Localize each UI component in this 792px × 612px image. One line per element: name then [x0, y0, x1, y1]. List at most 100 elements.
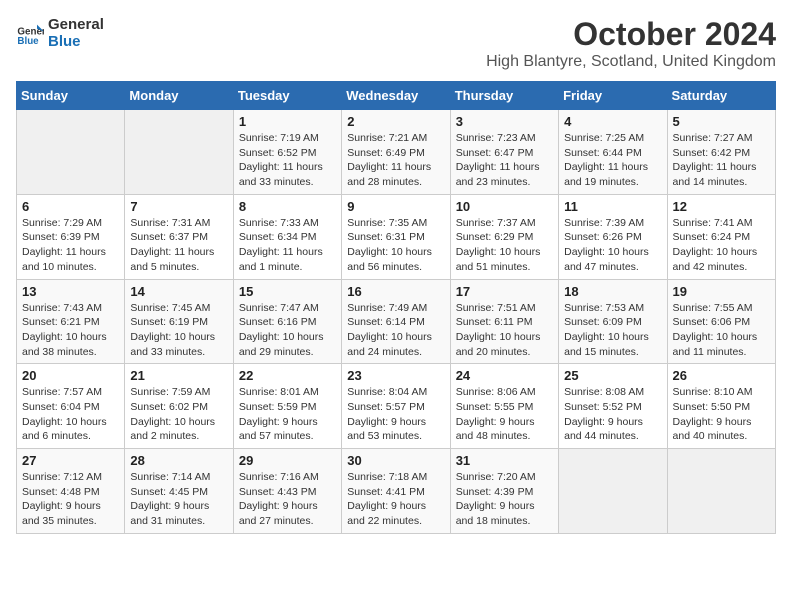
day-number: 23	[347, 368, 444, 383]
day-number: 7	[130, 199, 227, 214]
week-row-3: 13 Sunrise: 7:43 AM Sunset: 6:21 PM Dayli…	[17, 279, 776, 364]
col-header-friday: Friday	[559, 82, 667, 110]
day-info: Sunrise: 7:43 AM Sunset: 6:21 PM Dayligh…	[22, 301, 119, 360]
day-number: 27	[22, 453, 119, 468]
day-number: 11	[564, 199, 661, 214]
day-cell: 12 Sunrise: 7:41 AM Sunset: 6:24 PM Dayli…	[667, 194, 775, 279]
day-info: Sunrise: 8:01 AM Sunset: 5:59 PM Dayligh…	[239, 385, 336, 444]
day-cell: 13 Sunrise: 7:43 AM Sunset: 6:21 PM Dayli…	[17, 279, 125, 364]
calendar-table: SundayMondayTuesdayWednesdayThursdayFrid…	[16, 81, 776, 534]
day-number: 4	[564, 114, 661, 129]
day-info: Sunrise: 7:25 AM Sunset: 6:44 PM Dayligh…	[564, 131, 661, 190]
day-number: 1	[239, 114, 336, 129]
day-cell: 17Sunrise: 7:51 AM Sunset: 6:11 PM Dayli…	[450, 279, 558, 364]
day-number: 17	[456, 284, 553, 299]
day-number: 22	[239, 368, 336, 383]
day-cell: 6 Sunrise: 7:29 AM Sunset: 6:39 PM Daylig…	[17, 194, 125, 279]
day-info: Sunrise: 7:20 AM Sunset: 4:39 PM Dayligh…	[456, 470, 553, 529]
day-number: 8	[239, 199, 336, 214]
day-cell: 28 Sunrise: 7:14 AM Sunset: 4:45 PM Dayli…	[125, 449, 233, 534]
day-info: Sunrise: 7:31 AM Sunset: 6:37 PM Dayligh…	[130, 216, 227, 275]
day-cell: 23Sunrise: 8:04 AM Sunset: 5:57 PM Dayli…	[342, 364, 450, 449]
location-title: High Blantyre, Scotland, United Kingdom	[486, 53, 776, 71]
col-header-tuesday: Tuesday	[233, 82, 341, 110]
day-info: Sunrise: 8:08 AM Sunset: 5:52 PM Dayligh…	[564, 385, 661, 444]
day-cell: 1 Sunrise: 7:19 AM Sunset: 6:52 PM Daylig…	[233, 110, 341, 195]
svg-text:Blue: Blue	[17, 36, 39, 47]
day-number: 6	[22, 199, 119, 214]
week-row-5: 27 Sunrise: 7:12 AM Sunset: 4:48 PM Dayli…	[17, 449, 776, 534]
day-cell: 26 Sunrise: 8:10 AM Sunset: 5:50 PM Dayli…	[667, 364, 775, 449]
logo-line1: General	[48, 16, 104, 33]
day-cell: 11 Sunrise: 7:39 AM Sunset: 6:26 PM Dayli…	[559, 194, 667, 279]
day-cell: 30Sunrise: 7:18 AM Sunset: 4:41 PM Dayli…	[342, 449, 450, 534]
day-cell	[667, 449, 775, 534]
day-cell: 18Sunrise: 7:53 AM Sunset: 6:09 PM Dayli…	[559, 279, 667, 364]
day-number: 2	[347, 114, 444, 129]
day-info: Sunrise: 7:49 AM Sunset: 6:14 PM Dayligh…	[347, 301, 444, 360]
day-number: 28	[130, 453, 227, 468]
day-cell: 8 Sunrise: 7:33 AM Sunset: 6:34 PM Daylig…	[233, 194, 341, 279]
day-number: 26	[673, 368, 770, 383]
day-info: Sunrise: 7:57 AM Sunset: 6:04 PM Dayligh…	[22, 385, 119, 444]
logo-icon: General Blue	[16, 19, 44, 47]
day-cell: 7 Sunrise: 7:31 AM Sunset: 6:37 PM Daylig…	[125, 194, 233, 279]
day-info: Sunrise: 7:19 AM Sunset: 6:52 PM Dayligh…	[239, 131, 336, 190]
day-cell: 20 Sunrise: 7:57 AM Sunset: 6:04 PM Dayli…	[17, 364, 125, 449]
day-cell: 16Sunrise: 7:49 AM Sunset: 6:14 PM Dayli…	[342, 279, 450, 364]
day-info: Sunrise: 7:23 AM Sunset: 6:47 PM Dayligh…	[456, 131, 553, 190]
day-cell	[559, 449, 667, 534]
day-info: Sunrise: 7:33 AM Sunset: 6:34 PM Dayligh…	[239, 216, 336, 275]
day-cell: 24 Sunrise: 8:06 AM Sunset: 5:55 PM Dayli…	[450, 364, 558, 449]
month-title: October 2024	[486, 16, 776, 53]
week-row-1: 1 Sunrise: 7:19 AM Sunset: 6:52 PM Daylig…	[17, 110, 776, 195]
header: General Blue General Blue October 2024 H…	[16, 16, 776, 71]
day-cell: 4 Sunrise: 7:25 AM Sunset: 6:44 PM Daylig…	[559, 110, 667, 195]
day-cell: 15Sunrise: 7:47 AM Sunset: 6:16 PM Dayli…	[233, 279, 341, 364]
day-info: Sunrise: 7:12 AM Sunset: 4:48 PM Dayligh…	[22, 470, 119, 529]
day-number: 20	[22, 368, 119, 383]
day-cell: 25 Sunrise: 8:08 AM Sunset: 5:52 PM Dayli…	[559, 364, 667, 449]
day-info: Sunrise: 7:16 AM Sunset: 4:43 PM Dayligh…	[239, 470, 336, 529]
day-cell: 19Sunrise: 7:55 AM Sunset: 6:06 PM Dayli…	[667, 279, 775, 364]
day-info: Sunrise: 7:59 AM Sunset: 6:02 PM Dayligh…	[130, 385, 227, 444]
day-info: Sunrise: 8:06 AM Sunset: 5:55 PM Dayligh…	[456, 385, 553, 444]
day-info: Sunrise: 7:21 AM Sunset: 6:49 PM Dayligh…	[347, 131, 444, 190]
day-cell: 14 Sunrise: 7:45 AM Sunset: 6:19 PM Dayli…	[125, 279, 233, 364]
day-info: Sunrise: 7:37 AM Sunset: 6:29 PM Dayligh…	[456, 216, 553, 275]
day-cell: 27 Sunrise: 7:12 AM Sunset: 4:48 PM Dayli…	[17, 449, 125, 534]
day-number: 13	[22, 284, 119, 299]
week-row-4: 20 Sunrise: 7:57 AM Sunset: 6:04 PM Dayli…	[17, 364, 776, 449]
day-info: Sunrise: 7:18 AM Sunset: 4:41 PM Dayligh…	[347, 470, 444, 529]
day-info: Sunrise: 7:39 AM Sunset: 6:26 PM Dayligh…	[564, 216, 661, 275]
day-info: Sunrise: 7:29 AM Sunset: 6:39 PM Dayligh…	[22, 216, 119, 275]
day-number: 15	[239, 284, 336, 299]
day-number: 12	[673, 199, 770, 214]
day-number: 31	[456, 453, 553, 468]
day-number: 9	[347, 199, 444, 214]
day-number: 24	[456, 368, 553, 383]
day-number: 14	[130, 284, 227, 299]
day-info: Sunrise: 8:10 AM Sunset: 5:50 PM Dayligh…	[673, 385, 770, 444]
day-info: Sunrise: 7:41 AM Sunset: 6:24 PM Dayligh…	[673, 216, 770, 275]
day-number: 18	[564, 284, 661, 299]
day-info: Sunrise: 7:14 AM Sunset: 4:45 PM Dayligh…	[130, 470, 227, 529]
day-cell	[125, 110, 233, 195]
col-header-wednesday: Wednesday	[342, 82, 450, 110]
week-row-2: 6 Sunrise: 7:29 AM Sunset: 6:39 PM Daylig…	[17, 194, 776, 279]
day-cell: 3Sunrise: 7:23 AM Sunset: 6:47 PM Daylig…	[450, 110, 558, 195]
day-number: 25	[564, 368, 661, 383]
col-header-thursday: Thursday	[450, 82, 558, 110]
day-cell: 21 Sunrise: 7:59 AM Sunset: 6:02 PM Dayli…	[125, 364, 233, 449]
day-info: Sunrise: 7:45 AM Sunset: 6:19 PM Dayligh…	[130, 301, 227, 360]
day-cell: 9Sunrise: 7:35 AM Sunset: 6:31 PM Daylig…	[342, 194, 450, 279]
day-cell: 31 Sunrise: 7:20 AM Sunset: 4:39 PM Dayli…	[450, 449, 558, 534]
title-section: October 2024 High Blantyre, Scotland, Un…	[486, 16, 776, 71]
day-number: 29	[239, 453, 336, 468]
day-info: Sunrise: 7:27 AM Sunset: 6:42 PM Dayligh…	[673, 131, 770, 190]
day-cell: 2 Sunrise: 7:21 AM Sunset: 6:49 PM Daylig…	[342, 110, 450, 195]
logo-line2: Blue	[48, 33, 104, 50]
day-number: 21	[130, 368, 227, 383]
logo: General Blue General Blue	[16, 16, 104, 50]
day-info: Sunrise: 7:55 AM Sunset: 6:06 PM Dayligh…	[673, 301, 770, 360]
